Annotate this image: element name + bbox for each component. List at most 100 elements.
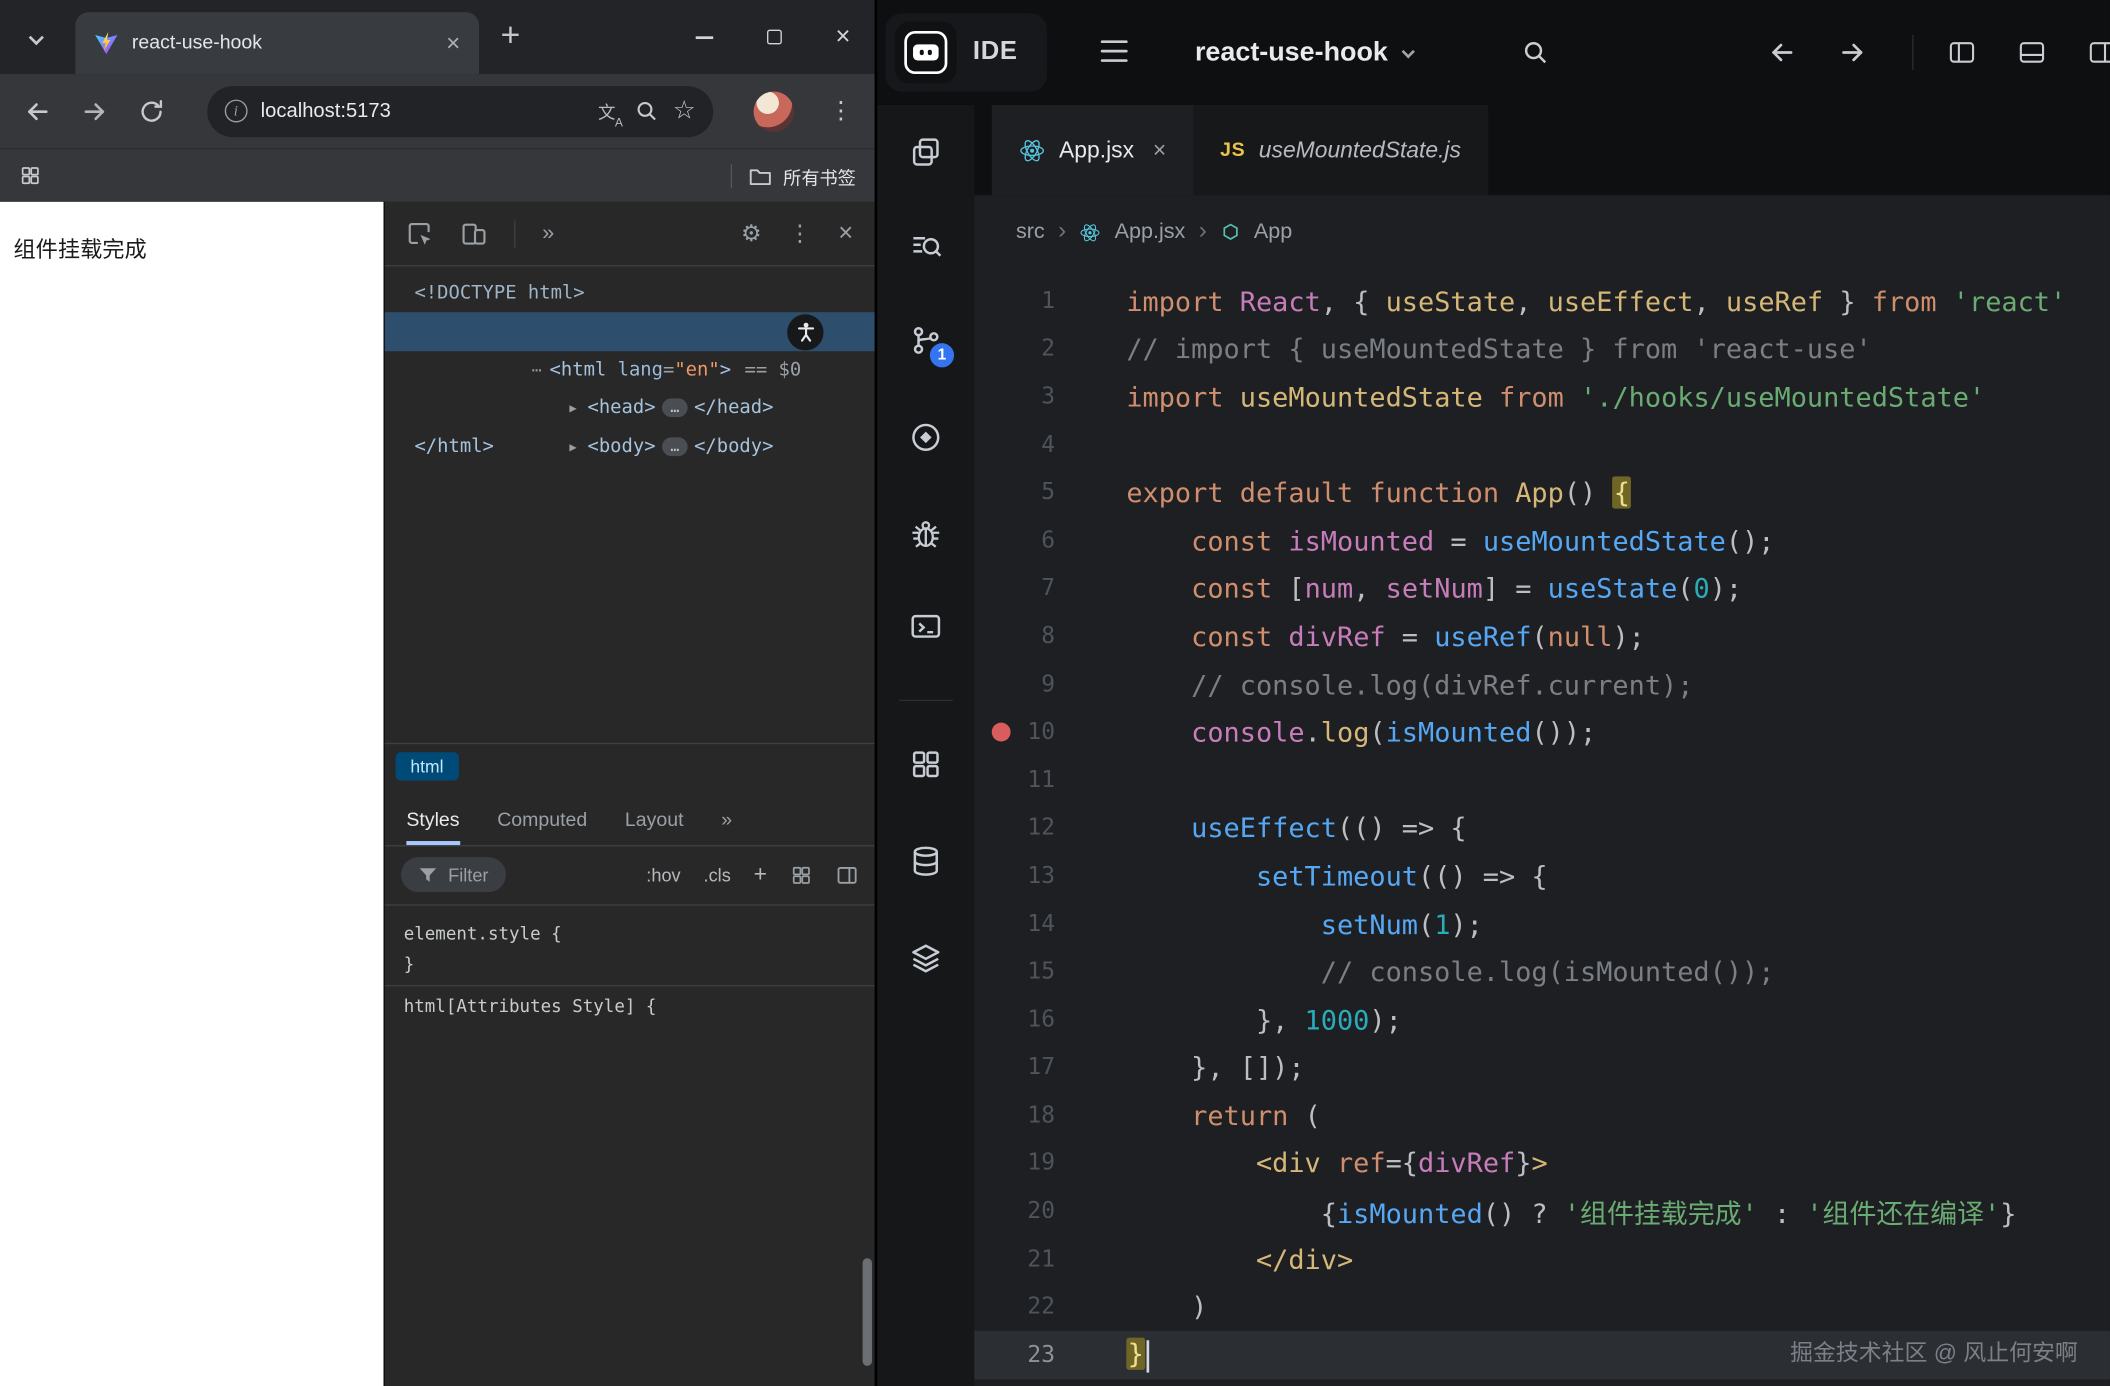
element-style-rule[interactable]: element.style { [404, 918, 875, 949]
toggle-left-panel-icon[interactable] [1947, 38, 1977, 68]
url-text[interactable]: localhost:5173 [261, 100, 580, 123]
database-icon[interactable] [908, 844, 943, 879]
tab-styles[interactable]: Styles [406, 809, 459, 844]
window-close-button[interactable]: × [836, 24, 851, 50]
devtools-node-doctype[interactable]: <!DOCTYPE html> [385, 275, 875, 313]
ide-logo-area[interactable]: IDE [885, 13, 1046, 91]
gutter[interactable]: 2 [974, 336, 1082, 363]
code-text[interactable]: // console.log(isMounted()); [1082, 956, 1775, 988]
gutter[interactable]: 3 [974, 383, 1082, 410]
code-line[interactable]: 20 {isMounted() ? '组件挂载完成' : '组件还在编译'} [974, 1187, 2110, 1235]
navigate-forward-icon[interactable] [1837, 36, 1869, 68]
main-menu-icon[interactable] [1101, 40, 1128, 62]
code-text[interactable]: import React, { useState, useEffect, use… [1082, 285, 2066, 317]
code-line[interactable]: 15 // console.log(isMounted()); [974, 948, 2110, 996]
devtools-close-icon[interactable]: × [838, 219, 853, 249]
code-text[interactable]: const [num, setNum] = useState(0); [1082, 572, 1742, 604]
new-tab-button[interactable]: + [501, 16, 521, 55]
gutter[interactable]: 15 [974, 958, 1082, 985]
code-line[interactable]: 12 useEffect(() => { [974, 804, 2110, 852]
clipped-style-rule[interactable]: html[Attributes Style] { [404, 991, 875, 1022]
all-bookmarks-folder[interactable]: 所有书签 [783, 162, 856, 189]
code-text[interactable]: setNum(1); [1082, 908, 1483, 940]
bug-icon[interactable] [908, 517, 943, 552]
tab-computed[interactable]: Computed [497, 809, 587, 844]
gutter[interactable]: 20 [974, 1198, 1082, 1225]
gutter[interactable]: 9 [974, 671, 1082, 698]
tab-close-icon[interactable]: × [446, 31, 460, 55]
maximize-button[interactable] [767, 30, 782, 45]
gutter[interactable]: 5 [974, 479, 1082, 506]
code-line[interactable]: 11 [974, 756, 2110, 804]
target-icon[interactable] [908, 420, 943, 455]
code-text[interactable]: // import { useMountedState } from 'reac… [1082, 333, 1872, 365]
code-line[interactable]: 5export default function App() { [974, 469, 2110, 517]
tab-usemountedstate-js[interactable]: JS useMountedState.js [1193, 105, 1488, 195]
version-control-icon[interactable]: 1 [908, 323, 943, 358]
code-line[interactable]: 3import useMountedState from './hooks/us… [974, 373, 2110, 421]
search-icon[interactable] [1521, 38, 1551, 68]
code-text[interactable]: export default function App() { [1082, 477, 1631, 509]
toggle-class-button[interactable]: .cls [704, 865, 731, 885]
code-line[interactable]: 10 console.log(isMounted()); [974, 708, 2110, 756]
gutter[interactable]: 16 [974, 1006, 1082, 1033]
code-text[interactable]: // console.log(divRef.current); [1082, 668, 1694, 700]
code-text[interactable]: setTimeout(() => { [1082, 860, 1548, 892]
code-text[interactable]: ) [1082, 1291, 1207, 1323]
code-text[interactable]: </div> [1082, 1243, 1353, 1275]
navigate-back-icon[interactable] [1766, 36, 1798, 68]
device-toolbar-icon[interactable] [460, 220, 487, 247]
code-line[interactable]: 7 const [num, setNum] = useState(0); [974, 565, 2110, 613]
profile-avatar[interactable] [754, 91, 794, 131]
code-line[interactable]: 14 setNum(1); [974, 900, 2110, 948]
gutter[interactable]: 1 [974, 288, 1082, 315]
breadcrumb-src[interactable]: src [1016, 220, 1045, 244]
inspect-element-icon[interactable] [406, 220, 433, 247]
reload-icon[interactable] [138, 96, 167, 126]
code-line[interactable]: 8 const divRef = useRef(null); [974, 612, 2110, 660]
gear-icon[interactable]: ⚙ [741, 220, 762, 247]
code-text[interactable]: } [1082, 1338, 1149, 1372]
breadcrumb-app[interactable]: App [1254, 220, 1292, 244]
code-text[interactable]: const isMounted = useMountedState(); [1082, 524, 1775, 556]
apps-grid-icon[interactable] [19, 164, 42, 187]
code-line[interactable]: 1import React, { useState, useEffect, us… [974, 277, 2110, 325]
toggle-bottom-panel-icon[interactable] [2017, 38, 2047, 68]
toggle-hover-state-button[interactable]: :hov [646, 865, 680, 885]
accessibility-icon[interactable] [787, 314, 823, 350]
code-text[interactable]: useEffect(() => { [1082, 812, 1467, 844]
translate-icon[interactable]: 文A [593, 98, 620, 124]
forward-icon[interactable] [80, 95, 111, 127]
gutter[interactable]: 7 [974, 575, 1082, 602]
tab-layout[interactable]: Layout [625, 809, 684, 844]
bookmark-star-icon[interactable]: ☆ [673, 96, 696, 127]
code-text[interactable]: {isMounted() ? '组件挂载完成' : '组件还在编译'} [1082, 1192, 2017, 1231]
code-line[interactable]: 16 }, 1000); [974, 996, 2110, 1044]
code-text[interactable]: }, []); [1082, 1051, 1305, 1083]
gutter[interactable]: 23 [974, 1341, 1082, 1368]
code-line[interactable]: 21 </div> [974, 1235, 2110, 1283]
code-line[interactable]: 22 ) [974, 1283, 2110, 1331]
code-line[interactable]: 9 // console.log(divRef.current); [974, 660, 2110, 708]
gutter[interactable]: 6 [974, 527, 1082, 554]
new-style-rule-icon[interactable]: + [754, 861, 767, 888]
code-editor[interactable]: 1import React, { useState, useEffect, us… [974, 269, 2110, 1386]
gutter[interactable]: 4 [974, 431, 1082, 458]
styles-filter-input[interactable]: Filter [401, 857, 506, 892]
devtools-node-body[interactable]: ▶<body>…</body> [385, 389, 875, 427]
tab-search-button[interactable] [19, 24, 54, 56]
gutter[interactable]: 18 [974, 1102, 1082, 1129]
devtools-menu-icon[interactable]: ⋮ [788, 220, 811, 247]
code-line[interactable]: 6 const isMounted = useMountedState(); [974, 517, 2110, 565]
grid-icon[interactable] [790, 863, 813, 886]
more-panels-icon[interactable]: » [542, 221, 554, 245]
code-text[interactable]: return ( [1082, 1099, 1321, 1131]
widgets-grid-icon[interactable] [908, 747, 943, 782]
site-info-icon[interactable]: i [224, 100, 247, 123]
breadcrumb-chip-html[interactable]: html [396, 752, 459, 780]
breadcrumb-app-jsx[interactable]: App.jsx [1115, 220, 1186, 244]
tab-close-icon[interactable]: × [1153, 137, 1166, 164]
project-widget[interactable]: react-use-hook [1195, 0, 1414, 105]
layers-icon[interactable] [908, 941, 943, 976]
code-line[interactable]: 2// import { useMountedState } from 'rea… [974, 325, 2110, 373]
